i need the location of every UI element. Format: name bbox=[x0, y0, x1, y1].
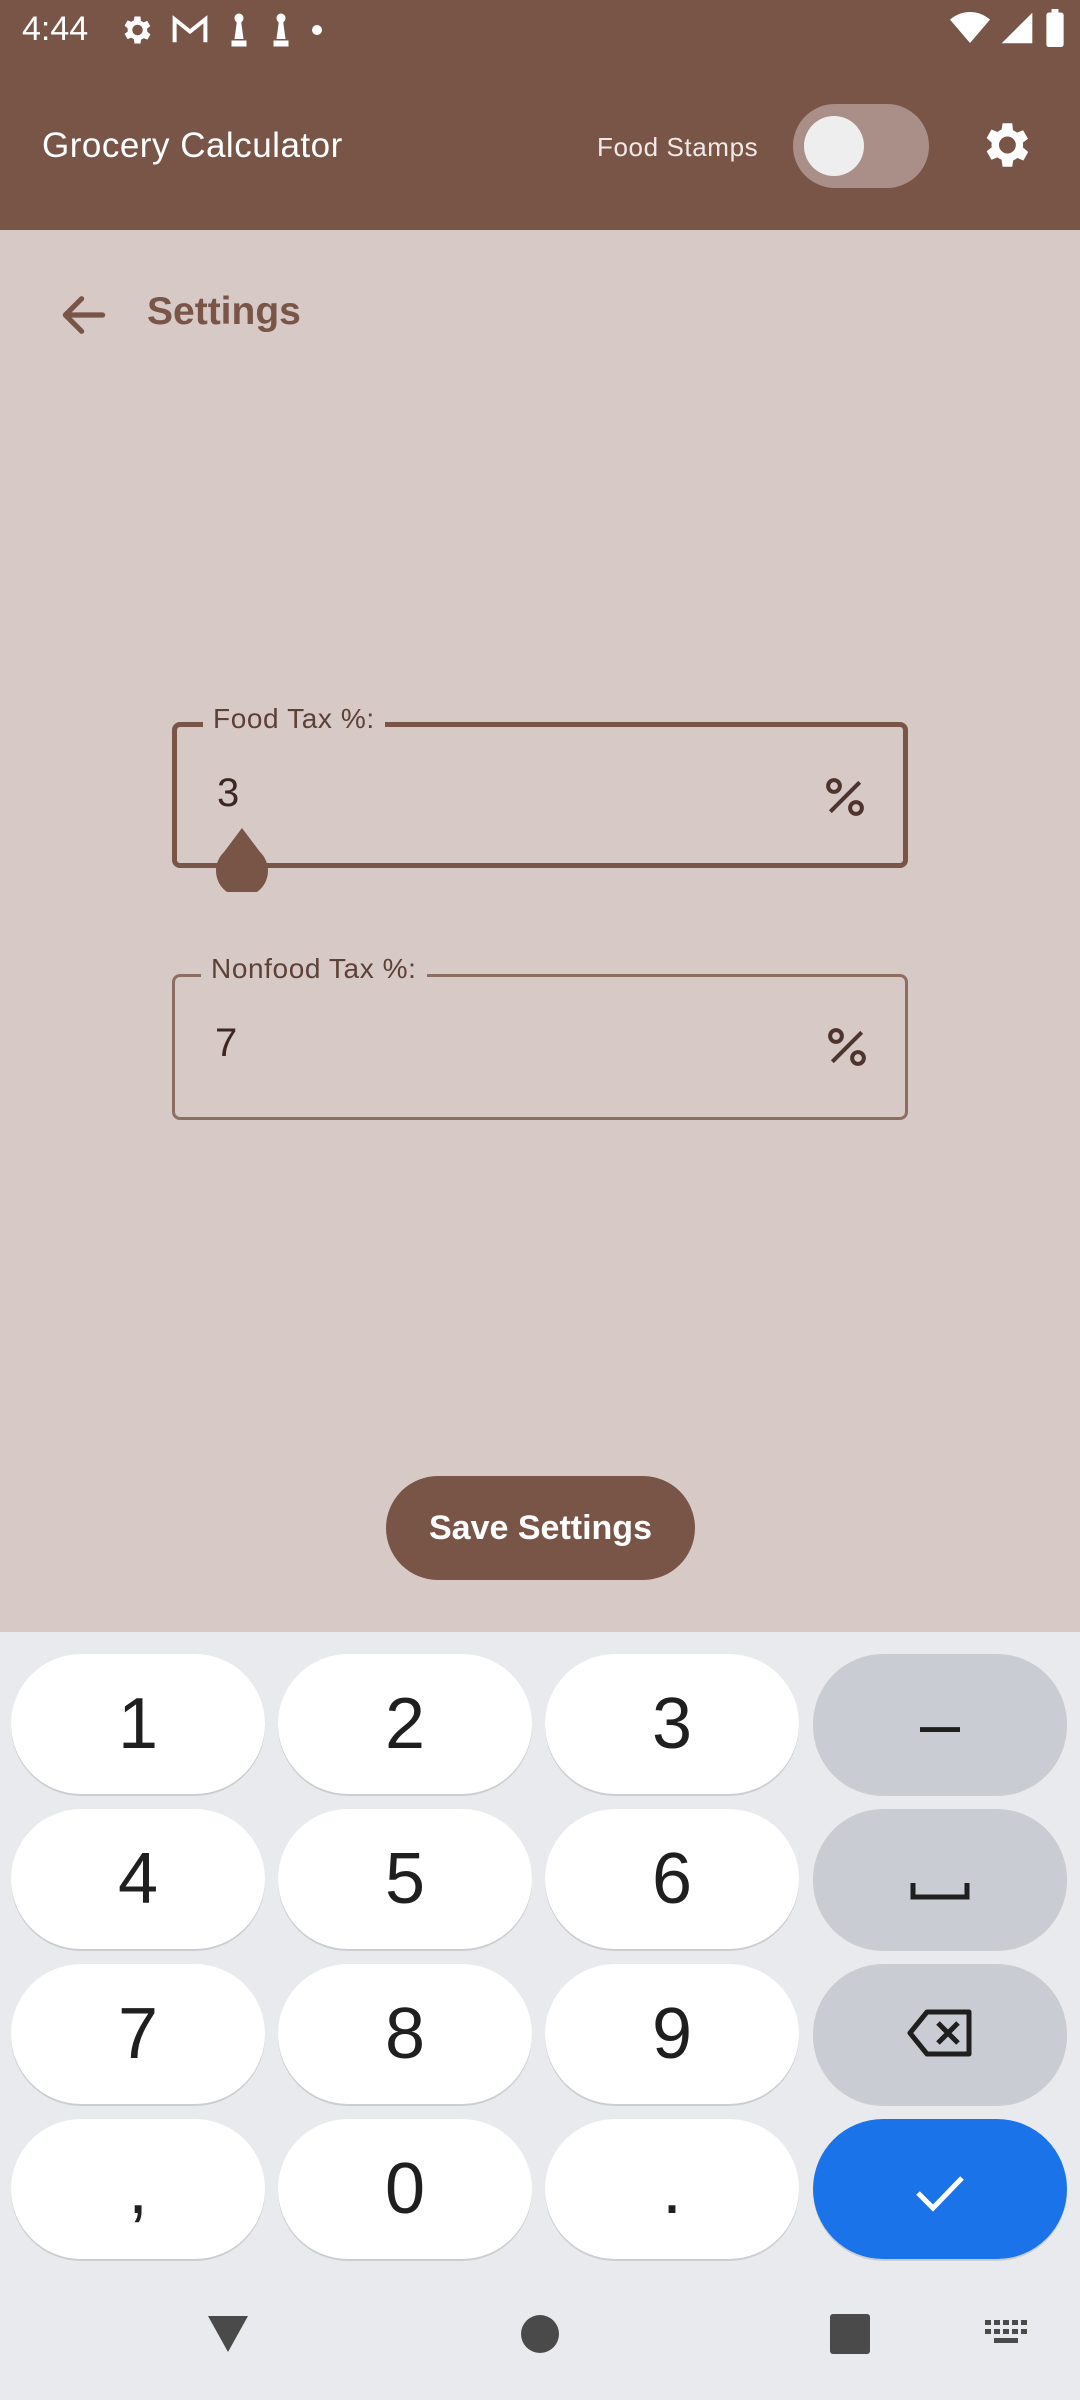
app-title: Grocery Calculator bbox=[42, 126, 343, 165]
nonfood-tax-field[interactable]: Nonfood Tax %: 7 bbox=[172, 953, 908, 1120]
more-notifications-dot-icon bbox=[310, 12, 324, 48]
key-6[interactable]: 6 bbox=[545, 1809, 799, 1949]
settings-notification-icon bbox=[118, 12, 154, 48]
app-bar: Grocery Calculator Food Stamps bbox=[0, 60, 1080, 230]
food-stamps-toggle[interactable] bbox=[793, 104, 929, 188]
status-notification-icons bbox=[118, 12, 324, 48]
space-icon bbox=[910, 1838, 970, 1920]
text-cursor-handle[interactable] bbox=[214, 826, 270, 897]
status-time: 4:44 bbox=[22, 10, 89, 48]
food-tax-value[interactable]: 3 bbox=[217, 771, 239, 816]
key-period[interactable]: . bbox=[545, 2119, 799, 2259]
nav-home-icon[interactable] bbox=[520, 2314, 560, 2359]
key-8[interactable]: 8 bbox=[278, 1964, 532, 2104]
key-1[interactable]: 1 bbox=[11, 1654, 265, 1794]
backspace-icon bbox=[907, 1993, 973, 2075]
food-tax-label: Food Tax %: bbox=[203, 703, 385, 735]
gmail-icon bbox=[170, 12, 210, 48]
cell-signal-icon bbox=[1000, 11, 1034, 50]
food-stamps-label: Food Stamps bbox=[597, 132, 759, 162]
key-minus[interactable]: – bbox=[813, 1654, 1067, 1794]
back-arrow-icon[interactable] bbox=[56, 287, 112, 343]
key-4[interactable]: 4 bbox=[11, 1809, 265, 1949]
food-tax-field[interactable]: Food Tax %: 3 bbox=[172, 703, 908, 868]
chess-piece-icon-2 bbox=[268, 12, 294, 48]
settings-gear-icon[interactable] bbox=[976, 116, 1034, 174]
nav-back-icon[interactable] bbox=[204, 2312, 252, 2361]
checkmark-icon bbox=[914, 2148, 966, 2230]
save-settings-button[interactable]: Save Settings bbox=[386, 1476, 695, 1580]
key-3[interactable]: 3 bbox=[545, 1654, 799, 1794]
key-comma[interactable]: , bbox=[11, 2119, 265, 2259]
nav-recents-icon[interactable] bbox=[830, 2314, 870, 2359]
nonfood-tax-label: Nonfood Tax %: bbox=[201, 953, 427, 985]
navigation-bar bbox=[0, 2290, 1080, 2380]
key-done[interactable] bbox=[813, 2119, 1067, 2259]
nonfood-tax-value[interactable]: 7 bbox=[215, 1021, 237, 1066]
keyboard-switch-icon[interactable] bbox=[985, 2320, 1029, 2353]
status-system-icons bbox=[950, 8, 1066, 52]
key-0[interactable]: 0 bbox=[278, 2119, 532, 2259]
toggle-thumb bbox=[804, 116, 864, 176]
percent-icon bbox=[823, 775, 867, 819]
key-7[interactable]: 7 bbox=[11, 1964, 265, 2104]
key-2[interactable]: 2 bbox=[278, 1654, 532, 1794]
status-bar: 4:44 bbox=[0, 0, 1080, 60]
key-5[interactable]: 5 bbox=[278, 1809, 532, 1949]
chess-piece-icon bbox=[226, 12, 252, 48]
wifi-icon bbox=[950, 11, 990, 50]
numeric-keyboard: 1 2 3 – 4 5 6 7 8 9 , 0 . bbox=[0, 1632, 1080, 2400]
battery-icon bbox=[1044, 8, 1066, 52]
key-9[interactable]: 9 bbox=[545, 1964, 799, 2104]
key-space[interactable] bbox=[813, 1809, 1067, 1949]
page-title: Settings bbox=[147, 290, 301, 333]
percent-icon bbox=[825, 1025, 869, 1069]
key-backspace[interactable] bbox=[813, 1964, 1067, 2104]
